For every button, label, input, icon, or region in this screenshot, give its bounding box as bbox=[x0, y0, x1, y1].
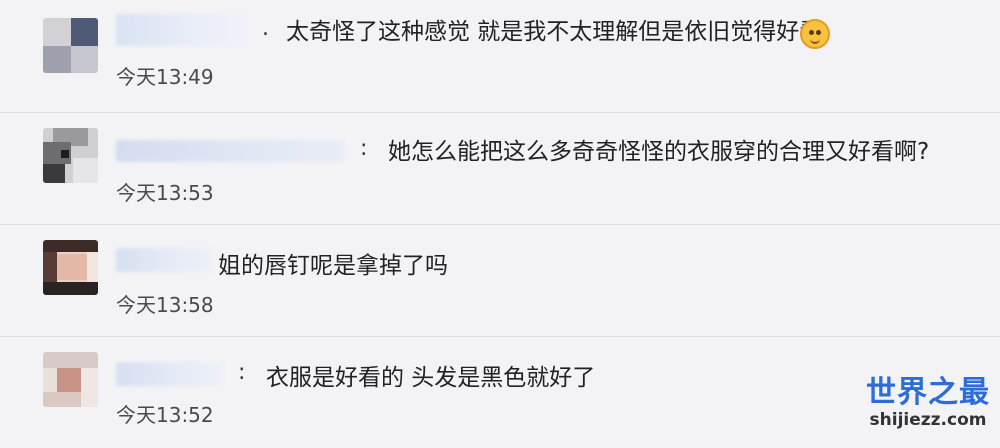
comment-text: 姐的唇钉呢是拿掉了吗 bbox=[218, 253, 448, 279]
comment-item: : 她怎么能把这么多奇奇怪怪的衣服穿的合理又好看啊? 今天13:53 bbox=[0, 112, 1000, 225]
comment-time: 今天13:49 bbox=[116, 65, 214, 89]
avatar[interactable] bbox=[43, 240, 98, 295]
username[interactable] bbox=[116, 362, 224, 386]
separator: : bbox=[238, 360, 246, 385]
comment-item: : 衣服是好看的 头发是黑色就好了 今天13:52 bbox=[0, 336, 1000, 448]
separator: : bbox=[360, 136, 368, 161]
cat-face-emoji-icon bbox=[800, 19, 830, 49]
comment-item: 姐的唇钉呢是拿掉了吗 今天13:58 bbox=[0, 224, 1000, 337]
comment-item: . 太奇怪了这种感觉 就是我不太理解但是依旧觉得好看 今天13:49 bbox=[0, 0, 1000, 113]
comment-time: 今天13:52 bbox=[116, 403, 214, 427]
comment-time: 今天13:53 bbox=[116, 181, 214, 205]
username[interactable] bbox=[116, 248, 212, 272]
watermark-title: 世界之最 bbox=[866, 375, 990, 410]
comment-text: 衣服是好看的 头发是黑色就好了 bbox=[266, 365, 596, 391]
comment-time: 今天13:58 bbox=[116, 293, 214, 317]
username[interactable] bbox=[116, 14, 248, 46]
avatar[interactable] bbox=[43, 18, 98, 73]
avatar[interactable] bbox=[43, 128, 98, 183]
watermark-url: shijiezz.com bbox=[869, 410, 987, 430]
avatar[interactable] bbox=[43, 352, 98, 407]
comment-text: 她怎么能把这么多奇奇怪怪的衣服穿的合理又好看啊? bbox=[388, 139, 930, 165]
username[interactable] bbox=[116, 140, 344, 162]
comment-text: 太奇怪了这种感觉 就是我不太理解但是依旧觉得好看 bbox=[286, 19, 823, 45]
separator: . bbox=[262, 16, 269, 41]
watermark: 世界之最 shijiezz.com bbox=[866, 375, 990, 431]
